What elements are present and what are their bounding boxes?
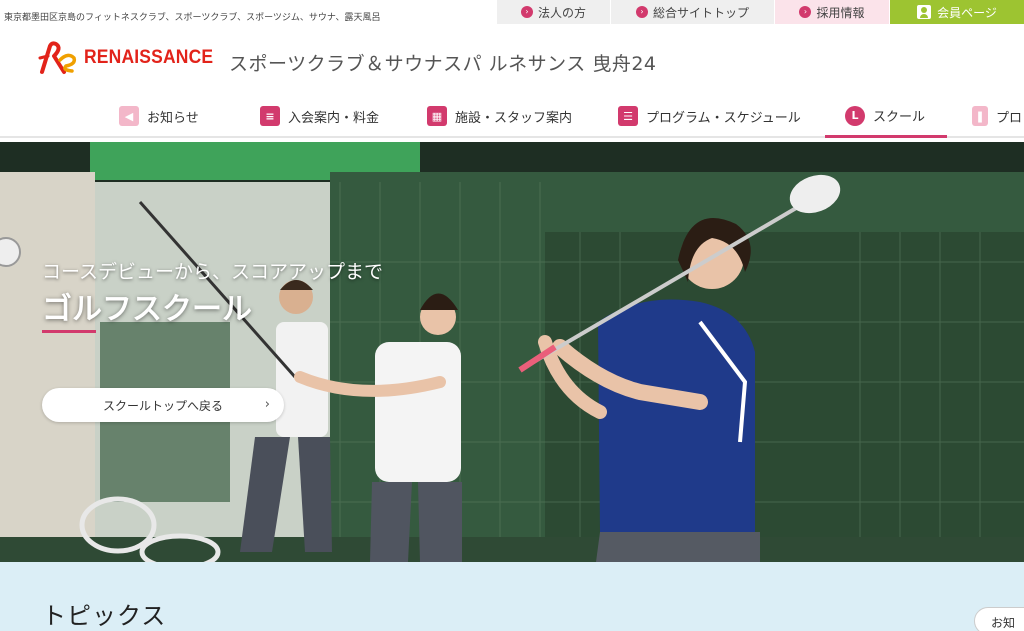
nav-item-news-label: お知らせ bbox=[147, 110, 199, 126]
chevron-right-icon: › bbox=[264, 397, 270, 412]
nav-item-news[interactable]: ◀ お知らせ bbox=[119, 96, 199, 136]
notice-tab-button[interactable]: お知 bbox=[974, 607, 1024, 631]
nav-item-pro[interactable]: ❚ プロ bbox=[972, 96, 1022, 136]
re-logo-mark-icon bbox=[38, 41, 77, 74]
back-button-label: スクールトップへ戻る bbox=[102, 398, 223, 413]
nav-item-programs[interactable]: ☰ プログラム・スケジュール bbox=[618, 96, 801, 136]
hero-title-underline bbox=[42, 330, 96, 333]
recruit-link-label: 採用情報 bbox=[816, 5, 865, 20]
nav-item-school-label: スクール bbox=[873, 110, 926, 125]
arrow-circle-icon: › bbox=[635, 6, 648, 18]
document-icon: ≡ bbox=[260, 106, 280, 126]
arrow-circle-icon: › bbox=[799, 6, 812, 18]
member-page-link[interactable]: 会員ページ bbox=[890, 0, 1024, 24]
main-site-top-label: 総合サイトトップ bbox=[652, 5, 749, 20]
building-icon: ▦ bbox=[427, 106, 447, 126]
recruit-link[interactable]: › 採用情報 bbox=[775, 0, 890, 24]
club-name: スポーツクラブ＆サウナスパ ルネサンス 曳舟24 bbox=[229, 53, 657, 75]
nav-item-programs-label: プログラム・スケジュール bbox=[646, 110, 801, 126]
topics-heading: トピックス bbox=[42, 602, 167, 630]
site-description: 東京都墨田区京島のフィットネスクラブ、スポーツクラブ、スポーツジム、サウナ、露天… bbox=[4, 13, 381, 23]
clock-icon: L bbox=[845, 105, 865, 126]
back-to-school-top-button[interactable]: スクールトップへ戻る › bbox=[42, 388, 284, 422]
bookmark-icon: ❚ bbox=[972, 106, 988, 126]
corporate-link[interactable]: › 法人の方 bbox=[497, 0, 611, 24]
nav-item-school[interactable]: L スクール bbox=[825, 96, 947, 138]
member-page-label: 会員ページ bbox=[937, 5, 997, 20]
megaphone-icon: ◀ bbox=[119, 106, 139, 126]
arrow-circle-icon: › bbox=[520, 6, 533, 18]
topics-section: トピックス お知 bbox=[0, 562, 1024, 631]
global-nav: ◀ お知らせ ≡ 入会案内・料金 ▦ 施設・スタッフ案内 ☰ プログラム・スケジ… bbox=[0, 96, 1024, 138]
nav-item-facilities-label: 施設・スタッフ案内 bbox=[455, 110, 573, 126]
utility-links: › 法人の方 › 総合サイトトップ › 採用情報 会員ページ bbox=[497, 0, 1024, 24]
hero-banner: コースデビューから、スコアアップまで ゴルフスクール スクールトップへ戻る › bbox=[0, 142, 1024, 562]
utility-bar: 東京都墨田区京島のフィットネスクラブ、スポーツクラブ、スポーツジム、サウナ、露天… bbox=[0, 0, 1024, 28]
nav-item-admission[interactable]: ≡ 入会案内・料金 bbox=[260, 96, 379, 136]
logo-text: RENAISSANCE bbox=[84, 47, 214, 68]
renaissance-logo[interactable]: RENAISSANCE bbox=[38, 40, 225, 76]
nav-item-facilities[interactable]: ▦ 施設・スタッフ案内 bbox=[427, 96, 572, 136]
list-icon: ☰ bbox=[618, 106, 638, 126]
hero-subtitle: コースデビューから、スコアアップまで bbox=[42, 261, 384, 283]
nav-item-pro-label: プロ bbox=[996, 110, 1023, 126]
corporate-link-label: 法人の方 bbox=[537, 5, 586, 20]
hero-title: ゴルフスクール bbox=[42, 292, 252, 327]
nav-item-admission-label: 入会案内・料金 bbox=[288, 110, 380, 126]
main-site-top-link[interactable]: › 総合サイトトップ bbox=[611, 0, 775, 24]
member-card-icon bbox=[917, 5, 932, 19]
golf-practice-photo bbox=[0, 142, 1024, 562]
